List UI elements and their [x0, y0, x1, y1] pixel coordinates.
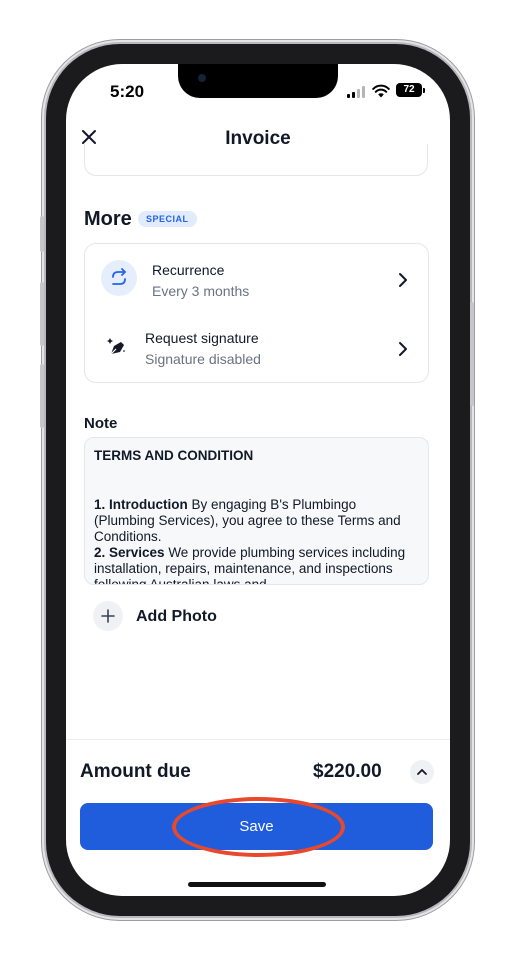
battery-icon: 72: [396, 83, 422, 97]
request-signature-subtitle: Signature disabled: [145, 351, 261, 367]
home-indicator: [188, 882, 326, 887]
previous-card-edge: [84, 144, 428, 176]
request-signature-title: Request signature: [145, 330, 259, 346]
phone-screen: 5:20 72 Invoice More SPECIAL Recurrence …: [66, 64, 450, 896]
recurrence-icon: [101, 260, 137, 296]
more-options-card: Recurrence Every 3 months Request signat…: [84, 243, 429, 383]
status-time: 5:20: [110, 82, 145, 101]
add-photo-button[interactable]: [93, 601, 123, 631]
volume-up-button: [40, 282, 44, 346]
camera-icon: [198, 74, 206, 82]
footer-divider: [66, 739, 450, 740]
more-section-title: More: [84, 208, 132, 230]
plus-icon: [101, 609, 115, 623]
note-p2-heading: 2. Services: [94, 545, 165, 560]
battery-tip: [423, 88, 425, 93]
note-p1-heading: 1. Introduction: [94, 497, 188, 512]
amount-due-value: $220.00: [313, 761, 382, 782]
special-badge: SPECIAL: [138, 211, 197, 227]
recurrence-subtitle: Every 3 months: [152, 283, 250, 299]
wifi-icon: [372, 84, 390, 98]
power-button: [470, 302, 474, 406]
note-textarea[interactable]: TERMS AND CONDITION 1. Introduction By e…: [84, 437, 429, 585]
note-label: Note: [84, 415, 118, 432]
chevron-right-icon: [399, 342, 407, 356]
amount-due-label: Amount due: [80, 761, 191, 782]
note-paragraph-2: 2. Services We provide plumbing services…: [94, 545, 419, 584]
expand-summary-button[interactable]: [410, 760, 434, 784]
mute-switch: [40, 216, 44, 252]
pen-sparkle-icon: [107, 338, 125, 355]
save-highlight-circle: [172, 797, 345, 857]
request-signature-row[interactable]: Request signature Signature disabled: [85, 320, 428, 380]
volume-down-button: [40, 364, 44, 428]
recurrence-row[interactable]: Recurrence Every 3 months: [85, 250, 428, 310]
note-heading: TERMS AND CONDITION: [94, 448, 254, 463]
chevron-right-icon: [399, 273, 407, 287]
recurrence-title: Recurrence: [152, 262, 225, 278]
note-paragraph-1: 1. Introduction By engaging B's Plumbing…: [94, 497, 419, 545]
chevron-up-icon: [417, 769, 427, 775]
add-photo-label[interactable]: Add Photo: [136, 608, 217, 626]
cellular-signal-icon: [347, 86, 367, 98]
